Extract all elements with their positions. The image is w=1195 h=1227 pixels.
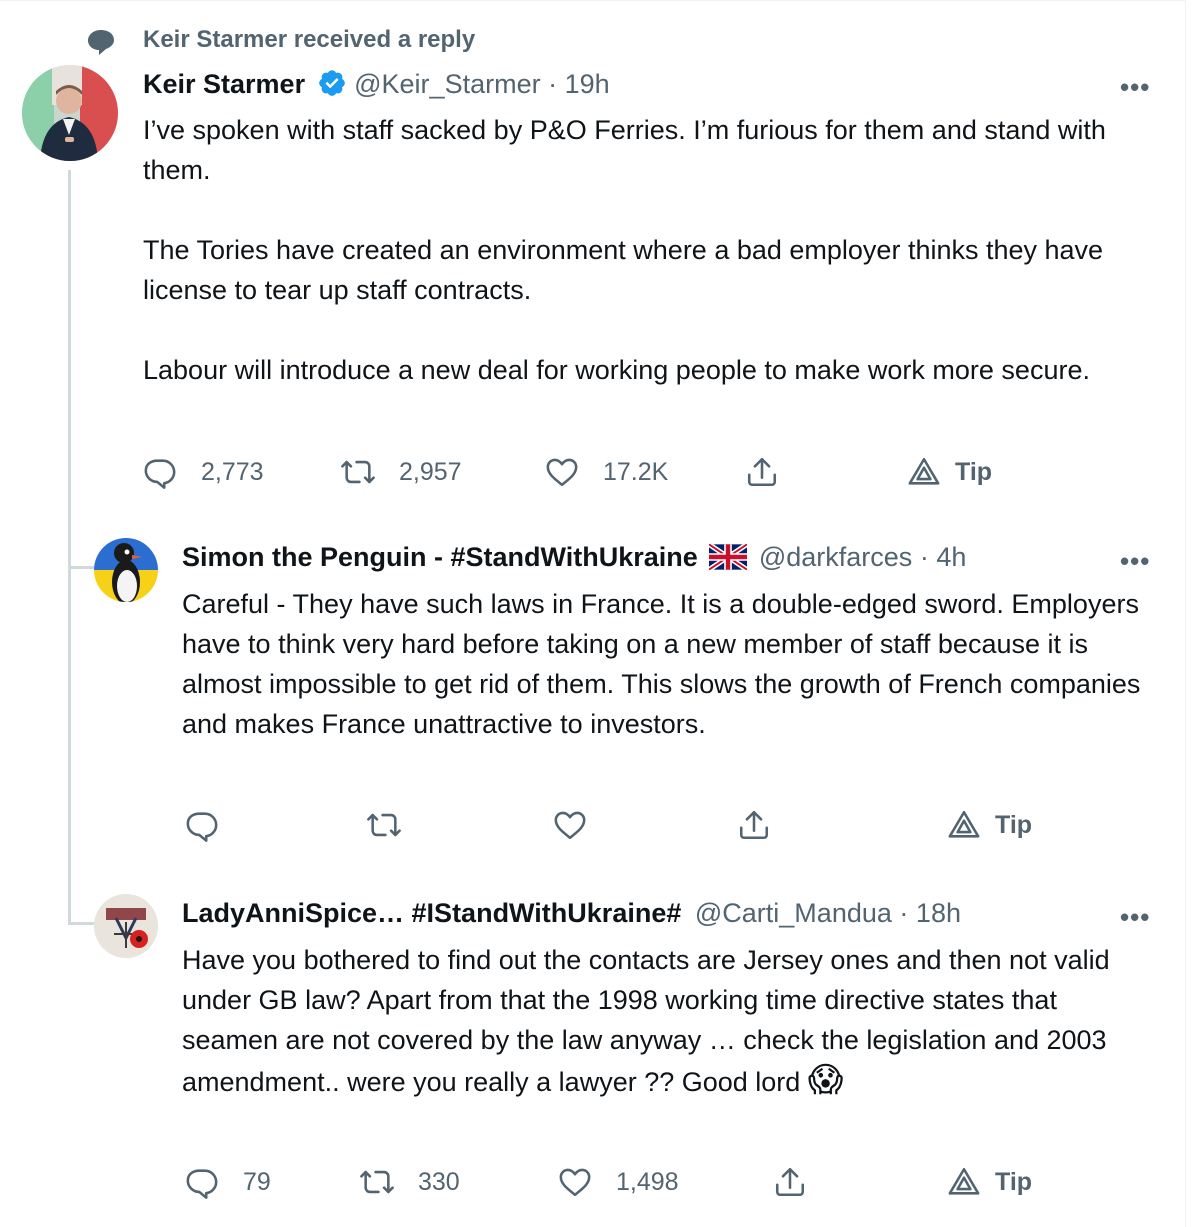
share-button[interactable] (773, 1165, 807, 1199)
tip-label: Tip (955, 457, 993, 486)
author-name[interactable]: Keir Starmer (143, 69, 305, 99)
tweet-actions: 2,773 2,957 17.2K Tip (143, 455, 1043, 495)
heart-icon (554, 811, 586, 840)
timestamp[interactable]: 4h (936, 542, 966, 572)
like-button[interactable]: 1,498 (558, 1165, 679, 1199)
reply-icon (144, 459, 176, 489)
separator: · (548, 69, 558, 99)
tip-button[interactable]: Tip (907, 455, 992, 489)
like-button[interactable] (553, 808, 587, 842)
reply-button[interactable]: 2,773 (143, 455, 264, 489)
thread-branch (68, 566, 94, 569)
retweet-button[interactable]: 2,957 (341, 455, 462, 489)
tweet-header: LadyAnniSpice… #IStandWithUkraine# @Cart… (182, 898, 961, 929)
avatar[interactable] (94, 894, 158, 958)
tip-icon (948, 810, 980, 838)
retweet-count: 330 (418, 1167, 460, 1196)
more-options-button[interactable]: ••• (1120, 546, 1150, 577)
tweet-actions: Tip (185, 808, 1085, 848)
tip-label: Tip (995, 1167, 1033, 1196)
separator: · (919, 542, 929, 572)
avatar[interactable] (94, 538, 158, 602)
reply-button[interactable] (185, 808, 219, 842)
reply-icon (186, 1169, 218, 1199)
like-count: 17.2K (603, 457, 669, 486)
reply-button[interactable]: 79 (185, 1165, 271, 1199)
tip-button[interactable]: Tip (947, 808, 1032, 842)
author-name[interactable]: LadyAnniSpice… #IStandWithUkraine# (182, 898, 681, 928)
retweet-button[interactable]: 330 (360, 1165, 460, 1199)
retweet-icon (360, 1170, 394, 1194)
tweet-paragraph: Labour will introduce a new deal for wor… (143, 355, 1090, 385)
share-icon (739, 810, 769, 840)
timestamp[interactable]: 18h (916, 898, 961, 928)
tip-label: Tip (995, 810, 1033, 839)
like-count: 1,498 (616, 1167, 679, 1196)
tweet-text-content: Have you bothered to find out the contac… (182, 945, 1110, 1097)
tweet-text: Careful - They have such laws in France.… (182, 589, 1141, 739)
tweet-paragraph: I’ve spoken with staff sacked by P&O Fer… (143, 115, 1106, 185)
tweet-text: Have you bothered to find out the contac… (182, 940, 1157, 1102)
verified-badge-icon (318, 70, 345, 96)
tweet-header: Keir Starmer @Keir_Starmer · 19h (143, 68, 610, 100)
thread-branch (68, 922, 94, 925)
tweet-text: I’ve spoken with staff sacked by P&O Fer… (143, 110, 1153, 390)
tweet-paragraph: The Tories have created an environment w… (143, 235, 1104, 305)
retweet-icon (367, 813, 401, 837)
author-handle[interactable]: @Keir_Starmer (354, 69, 540, 99)
reply-count: 79 (243, 1167, 271, 1196)
more-options-button[interactable]: ••• (1120, 72, 1150, 103)
share-button[interactable] (737, 808, 771, 842)
tweet-actions: 79 330 1,498 Tip (185, 1165, 1085, 1205)
share-icon (747, 457, 777, 487)
tip-icon (908, 457, 940, 485)
heart-icon (559, 1168, 591, 1197)
uk-flag-icon (707, 542, 749, 572)
context-label[interactable]: Keir Starmer received a reply (143, 26, 475, 54)
reply-icon (186, 812, 218, 842)
timestamp[interactable]: 19h (565, 69, 610, 99)
author-handle[interactable]: @darkfarces (759, 542, 912, 572)
share-button[interactable] (745, 455, 779, 489)
thread-line (68, 170, 71, 925)
speech-bubble-icon (88, 30, 114, 55)
avatar[interactable] (22, 65, 118, 161)
retweet-icon (341, 460, 375, 484)
reply-count: 2,773 (201, 457, 264, 486)
tip-button[interactable]: Tip (947, 1165, 1032, 1199)
like-button[interactable]: 17.2K (545, 455, 668, 489)
share-icon (775, 1167, 805, 1197)
more-options-button[interactable]: ••• (1120, 902, 1150, 933)
scream-emoji: 😱 (807, 1061, 844, 1099)
retweet-button[interactable] (367, 808, 401, 842)
author-name[interactable]: Simon the Penguin - #StandWithUkraine (182, 542, 698, 572)
separator: · (899, 898, 909, 928)
tip-icon (948, 1167, 980, 1195)
heart-icon (546, 458, 578, 487)
retweet-count: 2,957 (399, 457, 462, 486)
tweet-header: Simon the Penguin - #StandWithUkraine @d… (182, 542, 966, 573)
author-handle[interactable]: @Carti_Mandua (695, 898, 892, 928)
